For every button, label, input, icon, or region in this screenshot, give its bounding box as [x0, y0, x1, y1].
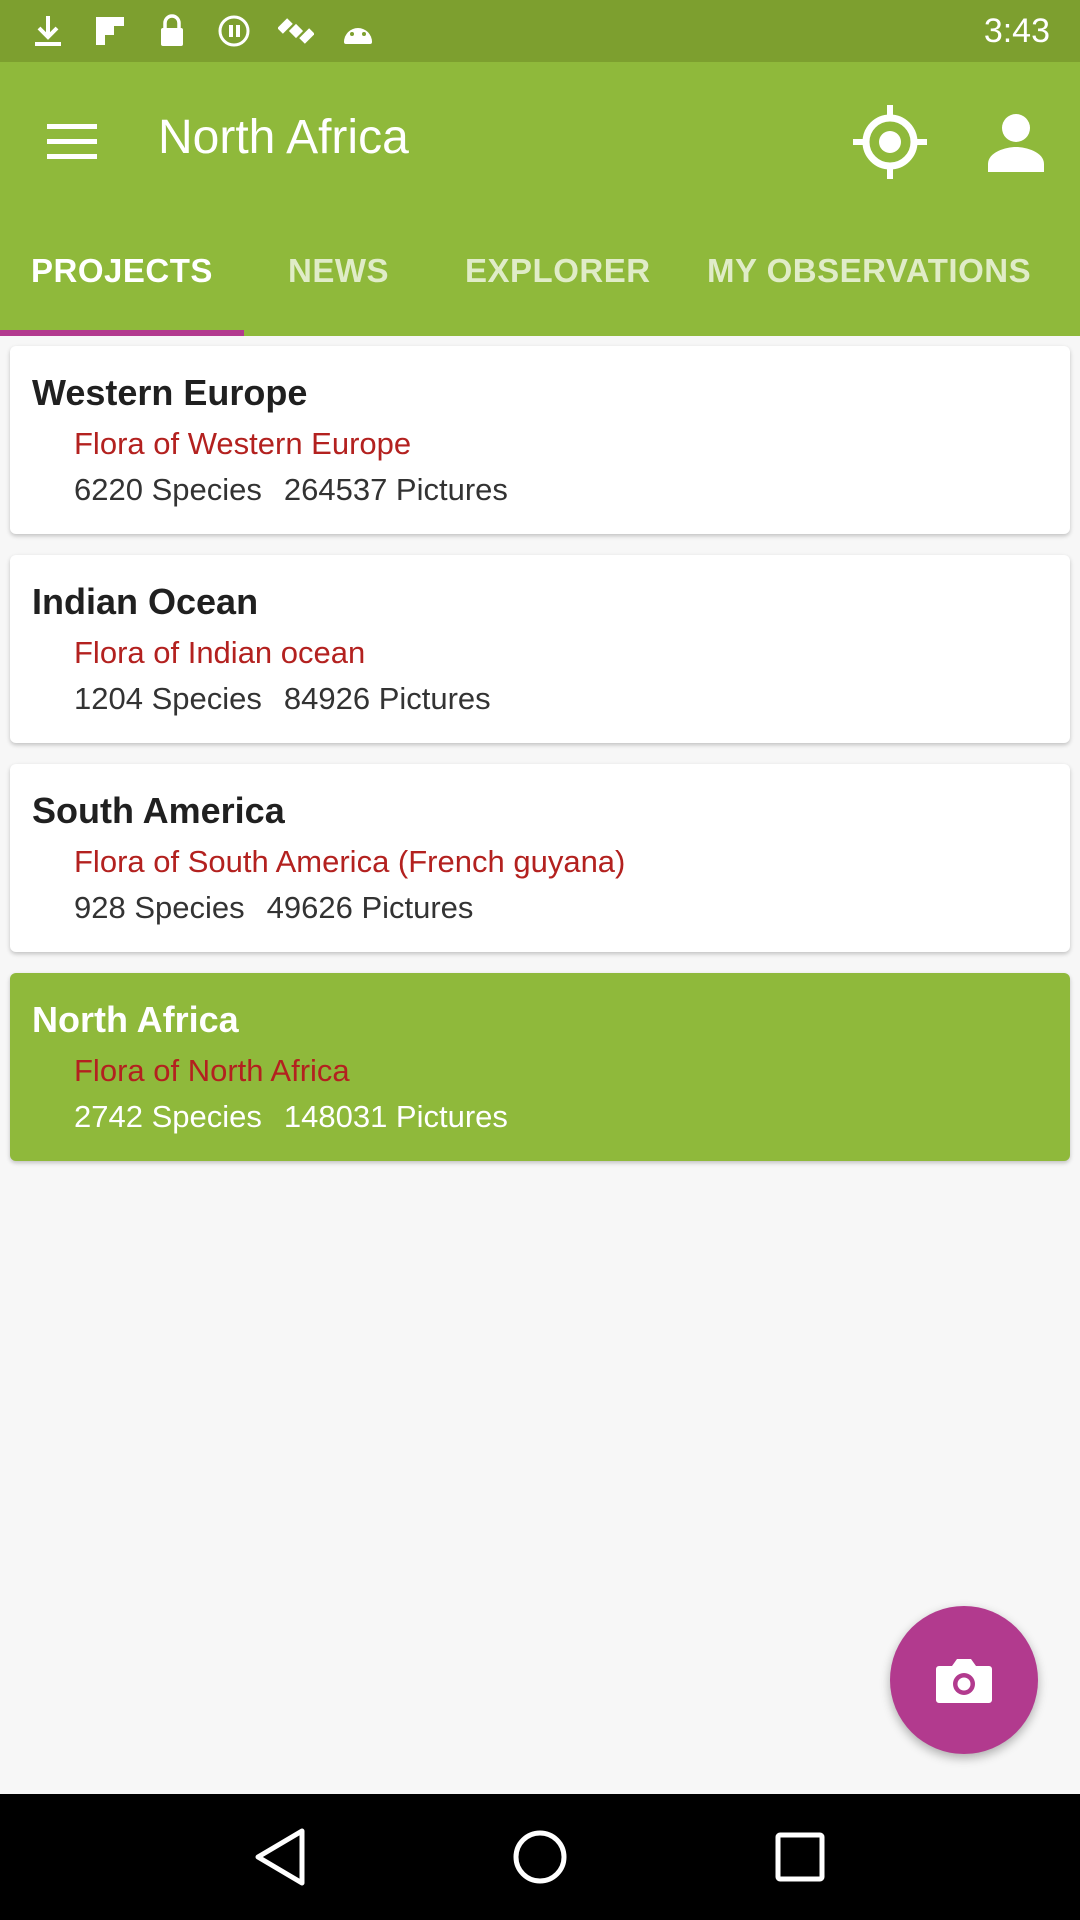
project-region: Indian Ocean: [32, 581, 259, 622]
system-nav-bar: [0, 1794, 1080, 1920]
account-icon: [988, 114, 1044, 172]
tab-projects[interactable]: PROJECTS: [31, 242, 213, 336]
satellite-icon: [278, 13, 314, 49]
species-count: 6220 Species: [74, 472, 262, 507]
project-region: South America: [32, 790, 285, 831]
project-flora: Flora of Western Europe: [74, 426, 412, 461]
status-time: 3:43: [983, 11, 1050, 50]
toolbar: North Africa: [0, 62, 1080, 212]
location-icon: [853, 105, 927, 179]
project-region: North Africa: [32, 999, 239, 1040]
android-icon: [340, 13, 376, 49]
project-flora: Flora of North Africa: [74, 1053, 350, 1088]
tab-bar: PROJECTS NEWS EXPLORER MY OBSERVATIONS: [0, 242, 1080, 336]
project-card-western-europe[interactable]: Western Europe Flora of Western Europe 6…: [10, 346, 1070, 534]
home-button[interactable]: [500, 1817, 580, 1897]
pictures-count: 49626 Pictures: [266, 890, 474, 925]
pictures-count: 148031 Pictures: [283, 1099, 508, 1134]
page-title: North Africa: [158, 111, 409, 164]
status-icons: [30, 13, 376, 49]
tab-news[interactable]: NEWS: [288, 242, 389, 336]
flipboard-icon: [92, 13, 128, 49]
recents-icon: [775, 1832, 825, 1882]
project-stats: 6220 Species 264537 Pictures: [74, 472, 508, 508]
camera-button[interactable]: [890, 1606, 1038, 1754]
project-flora: Flora of South America (French guyana): [74, 844, 626, 879]
record-icon: [216, 13, 252, 49]
project-flora: Flora of Indian ocean: [74, 635, 366, 670]
pictures-count: 84926 Pictures: [283, 681, 491, 716]
project-stats: 1204 Species 84926 Pictures: [74, 681, 491, 717]
account-button[interactable]: [976, 102, 1056, 182]
tab-explorer[interactable]: EXPLORER: [465, 242, 651, 336]
home-icon: [513, 1830, 567, 1884]
project-stats: 2742 Species 148031 Pictures: [74, 1099, 508, 1135]
species-count: 2742 Species: [74, 1099, 262, 1134]
lock-icon: [154, 13, 190, 49]
recents-button[interactable]: [760, 1817, 840, 1897]
location-button[interactable]: [850, 102, 930, 182]
app-bar: North Africa PROJECTS NEWS EXPLORER MY O…: [0, 62, 1080, 336]
menu-button[interactable]: [42, 112, 102, 172]
project-region: Western Europe: [32, 372, 308, 413]
download-icon: [30, 13, 66, 49]
species-count: 1204 Species: [74, 681, 262, 716]
species-count: 928 Species: [74, 890, 245, 925]
project-stats: 928 Species 49626 Pictures: [74, 890, 473, 926]
project-card-indian-ocean[interactable]: Indian Ocean Flora of Indian ocean 1204 …: [10, 555, 1070, 743]
tab-my-observations[interactable]: MY OBSERVATIONS: [707, 242, 1031, 336]
project-list: Western Europe Flora of Western Europe 6…: [10, 346, 1070, 1182]
pictures-count: 264537 Pictures: [283, 472, 508, 507]
tab-indicator: [0, 330, 244, 336]
back-button[interactable]: [240, 1817, 320, 1897]
status-bar: 3:43: [0, 0, 1080, 62]
camera-icon: [936, 1659, 992, 1703]
project-card-south-america[interactable]: South America Flora of South America (Fr…: [10, 764, 1070, 952]
hamburger-menu-icon: [47, 124, 97, 159]
back-icon: [255, 1828, 305, 1886]
project-card-north-africa[interactable]: North Africa Flora of North Africa 2742 …: [10, 973, 1070, 1161]
